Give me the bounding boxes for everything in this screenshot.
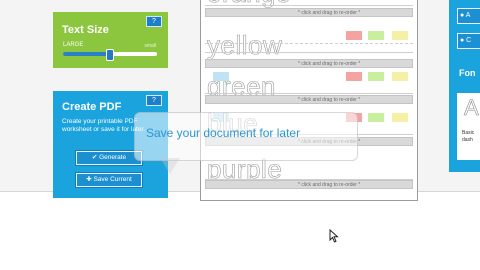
hint-strip: * click and drag to re-order *	[205, 8, 413, 17]
hint-strip: * click and drag to re-order *	[205, 95, 413, 104]
right-panel: ● A ● C Fon Dash A Basic dash Dash	[449, 0, 480, 172]
right-panel-button-label: A	[465, 12, 471, 19]
hint-text: * click and drag to re-order *	[298, 61, 361, 67]
text-size-title: Text Size	[62, 24, 109, 36]
hint-strip: * click and drag to re-order *	[205, 180, 413, 189]
help-icon: ?	[152, 18, 156, 25]
remove-square[interactable]	[346, 72, 362, 81]
font-option-link[interactable]: Dash	[459, 154, 473, 160]
save-tooltip: Save your document for later	[134, 112, 358, 161]
guide-line	[205, 52, 413, 53]
worksheet-row[interactable]: yellow * click and drag to re-order *	[205, 30, 413, 70]
cursor-icon	[329, 229, 339, 243]
option-square[interactable]	[392, 31, 408, 40]
size-small-label: small	[144, 43, 156, 49]
text-size-panel: Text Size ? LARGE small	[53, 12, 168, 68]
worksheet-preview: orange * click and drag to re-order * ye…	[200, 0, 418, 201]
option-square[interactable]	[392, 72, 408, 81]
option-square[interactable]	[392, 113, 408, 122]
font-preview-name: Basic	[462, 130, 475, 136]
font-preview-sub: dash	[462, 137, 473, 143]
hint-text: * click and drag to re-order *	[298, 10, 361, 16]
font-preview-letter: A	[464, 95, 479, 121]
slider-fill	[63, 52, 110, 56]
fonts-title: Fon	[459, 68, 476, 78]
help-icon: ?	[152, 97, 156, 104]
right-panel-button[interactable]: ● A	[457, 8, 480, 24]
generate-button[interactable]: ✔ Generate	[76, 151, 142, 165]
font-preview-card[interactable]: A Basic dash	[457, 93, 480, 160]
worksheet-row[interactable]: orange * click and drag to re-order *	[205, 0, 413, 18]
tooltip-pointer	[160, 158, 180, 174]
hint-text: * click and drag to re-order *	[298, 97, 361, 103]
option-square[interactable]	[368, 113, 384, 122]
font-option-link[interactable]: Dash	[459, 83, 473, 89]
right-panel-button[interactable]: ● C	[457, 33, 480, 49]
size-large-label: LARGE	[63, 42, 84, 48]
save-current-button[interactable]: ✚ Save Current	[76, 173, 142, 187]
hint-text: * click and drag to re-order *	[298, 182, 361, 188]
slider-thumb[interactable]	[106, 49, 114, 61]
footer-area	[0, 192, 480, 270]
tooltip-text: Save your document for later	[146, 126, 301, 140]
worksheet-row[interactable]: green * click and drag to re-order *	[205, 71, 413, 111]
create-pdf-title: Create PDF	[62, 101, 122, 113]
text-size-help-button[interactable]: ?	[146, 16, 162, 27]
text-size-slider[interactable]	[63, 49, 157, 61]
guide-line	[205, 43, 413, 44]
remove-square[interactable]	[346, 31, 362, 40]
option-square[interactable]	[368, 72, 384, 81]
option-square[interactable]	[368, 31, 384, 40]
guide-line	[205, 93, 413, 94]
create-pdf-help-button[interactable]: ?	[146, 95, 162, 106]
guide-line	[205, 5, 413, 6]
hint-strip: * click and drag to re-order *	[205, 59, 413, 68]
tracing-word: yellow	[207, 30, 283, 61]
right-panel-button-label: C	[466, 37, 472, 44]
